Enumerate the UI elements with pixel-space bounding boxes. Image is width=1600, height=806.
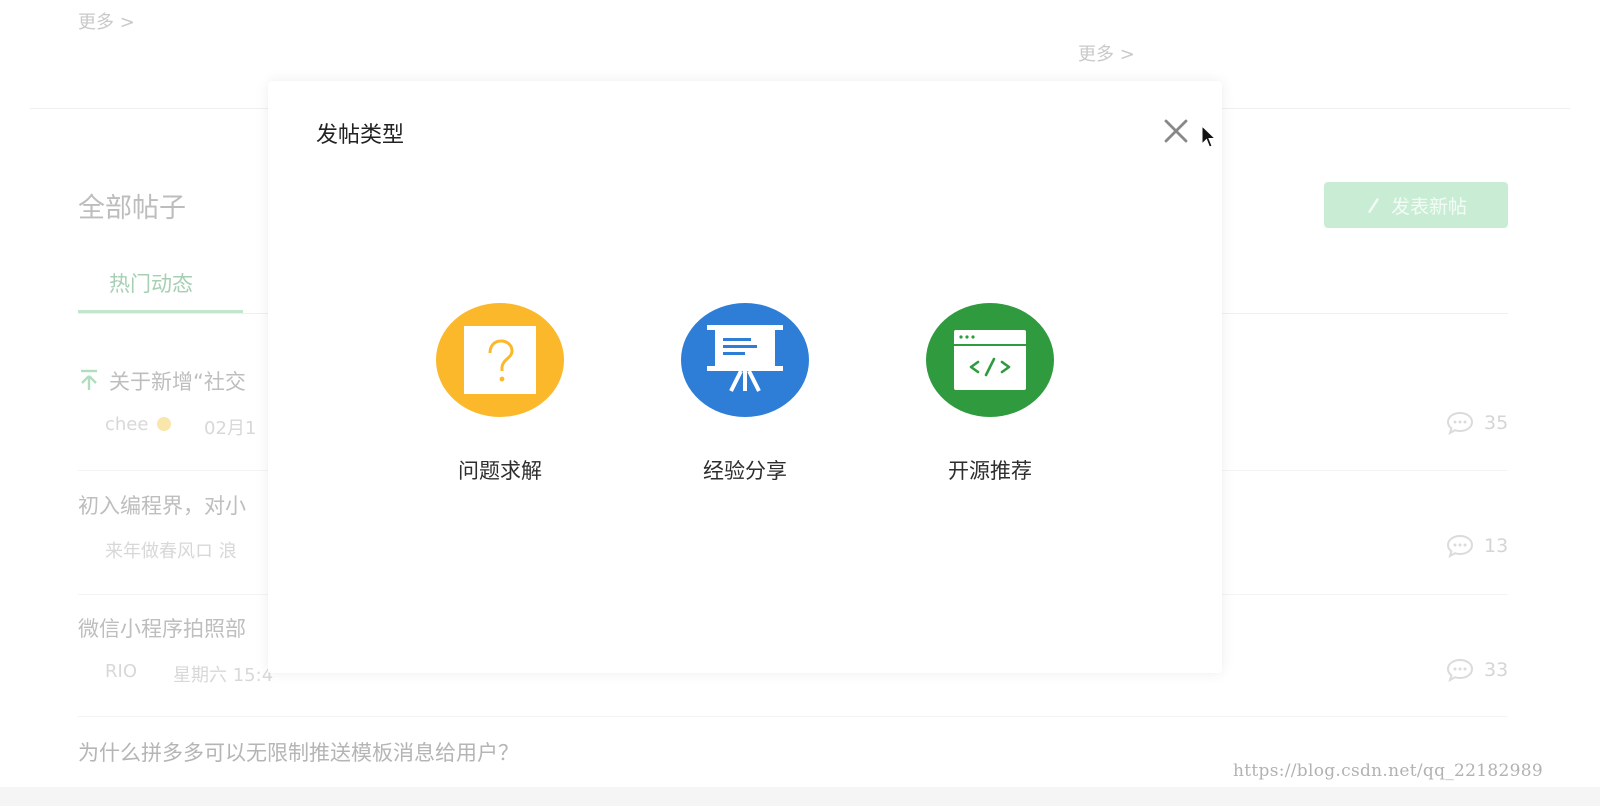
- type-question[interactable]: 问题求解: [435, 303, 565, 485]
- mouse-cursor-icon: [1201, 125, 1217, 148]
- type-open-source[interactable]: 开源推荐: [925, 303, 1055, 485]
- type-label: 问题求解: [458, 459, 542, 483]
- question-board-icon: [436, 303, 564, 417]
- close-icon: [1164, 119, 1188, 143]
- type-experience[interactable]: 经验分享: [680, 303, 810, 485]
- code-window-icon: [926, 303, 1054, 417]
- post-type-dialog: 发帖类型 问题求解 经验分享 开源推荐: [268, 81, 1222, 673]
- type-label: 经验分享: [703, 459, 787, 483]
- close-button[interactable]: [1161, 116, 1191, 146]
- type-label: 开源推荐: [948, 459, 1032, 483]
- presentation-icon: [681, 303, 809, 417]
- dialog-title: 发帖类型: [316, 123, 405, 148]
